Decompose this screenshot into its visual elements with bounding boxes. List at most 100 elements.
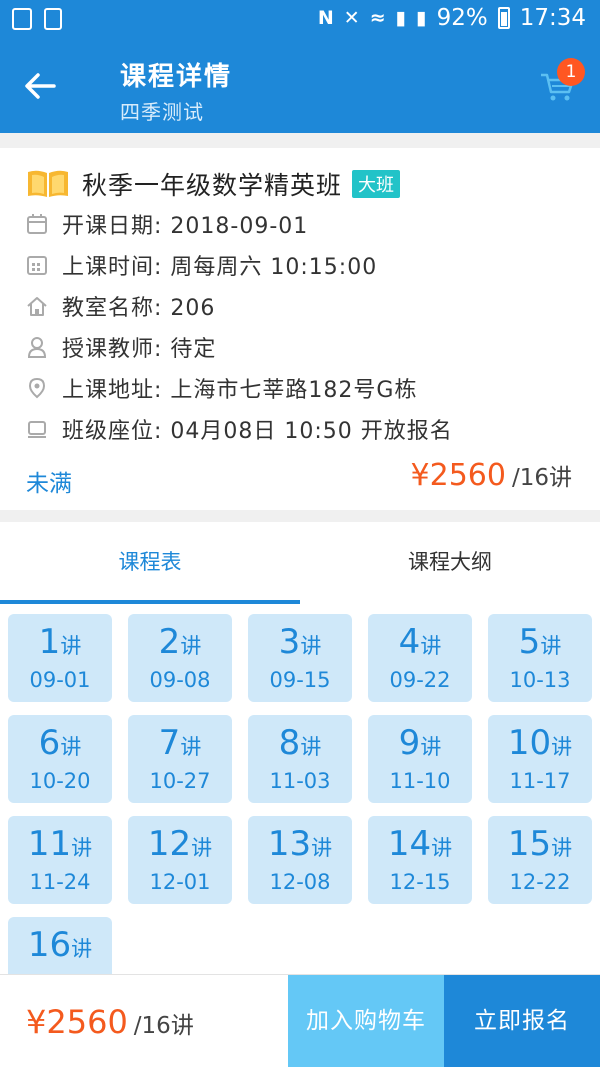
status-bar: N ✕ ≈ ▮ ▮ 92% 17:34: [0, 0, 600, 40]
tab-syllabus[interactable]: 课程大纲: [300, 522, 600, 604]
lesson-grid: 1讲 09-01 2讲 09-08 3讲 09-15 4讲 09-22 5讲 10-13 6讲 10-…: [0, 604, 600, 974]
lesson-number-value: 14: [387, 824, 432, 864]
lesson-cell[interactable]: 4讲 09-22: [368, 614, 472, 702]
lesson-cell[interactable]: 13讲 12-08: [248, 816, 352, 904]
lesson-number-value: 8: [278, 723, 301, 763]
lesson-number: 12讲: [128, 824, 232, 868]
lesson-date: 09-22: [389, 668, 451, 692]
cart-count-badge: 1: [557, 58, 585, 86]
lesson-number: 3讲: [248, 622, 352, 666]
address-text: 上课地址: 上海市七莘路182号G栋: [62, 378, 418, 403]
lesson-number: 11讲: [8, 824, 112, 868]
start-date-text: 开课日期: 2018-09-01: [62, 214, 309, 239]
lesson-number-value: 13: [267, 824, 312, 864]
lesson-number: 10讲: [488, 723, 592, 767]
lesson-number: 8讲: [248, 723, 352, 767]
lesson-cell[interactable]: 14讲 12-15: [368, 816, 472, 904]
lesson-date: 11-03: [269, 769, 331, 793]
lesson-cell[interactable]: 8讲 11-03: [248, 715, 352, 803]
lesson-number: 2讲: [128, 622, 232, 666]
classroom-text: 教室名称: 206: [62, 296, 216, 321]
enroll-now-button[interactable]: 立即报名: [444, 975, 600, 1067]
lesson-cell[interactable]: 9讲 11-10: [368, 715, 472, 803]
lesson-number: 6讲: [8, 723, 112, 767]
lesson-suffix: 讲: [300, 634, 322, 658]
lesson-date: 12-08: [269, 870, 331, 894]
phone-notification-icon: [44, 8, 62, 30]
lesson-number-value: 16: [27, 925, 72, 965]
enrollment-status: 未满: [26, 471, 72, 497]
back-arrow-icon[interactable]: [22, 68, 58, 104]
lesson-number-value: 6: [38, 723, 61, 763]
lesson-date: 12-22: [509, 870, 571, 894]
lesson-number-value: 11: [27, 824, 72, 864]
lesson-date: 11-17: [509, 769, 571, 793]
classroom-row: 教室名称: 206: [26, 290, 215, 322]
schedule-icon: [27, 256, 47, 275]
lesson-number-value: 2: [158, 622, 181, 662]
lesson-number-value: 7: [158, 723, 181, 763]
bottom-price-value: ¥2560: [26, 1003, 128, 1041]
lesson-cell[interactable]: 3讲 09-15: [248, 614, 352, 702]
lesson-number-value: 5: [518, 622, 541, 662]
lesson-date: 10-20: [29, 769, 91, 793]
book-icon: [28, 170, 68, 197]
lesson-date: 12-01: [149, 870, 211, 894]
lesson-number-value: 10: [507, 723, 552, 763]
lesson-suffix: 讲: [431, 836, 453, 860]
price-value: ¥2560: [410, 458, 506, 493]
classroom-icon: [27, 297, 47, 316]
lesson-number-value: 9: [398, 723, 421, 763]
mute-icon: ✕: [343, 7, 360, 29]
lesson-number-value: 1: [38, 622, 61, 662]
app-bar: 课程详情 四季测试 1: [0, 40, 600, 133]
lesson-suffix: 讲: [300, 735, 322, 759]
lesson-suffix: 讲: [60, 634, 82, 658]
course-name: 秋季一年级数学精英班: [82, 171, 343, 200]
signal-2-icon: ▮: [416, 7, 427, 29]
lesson-suffix: 讲: [180, 634, 202, 658]
signal-icon: ▮: [395, 7, 407, 29]
lesson-cell[interactable]: 12讲 12-01: [128, 816, 232, 904]
teacher-text: 授课教师: 待定: [62, 337, 217, 362]
page-subtitle: 四季测试: [120, 100, 204, 124]
lesson-cell[interactable]: 10讲 11-17: [488, 715, 592, 803]
lesson-date: 10-13: [509, 668, 571, 692]
wifi-icon: ≈: [369, 7, 386, 29]
lesson-cell[interactable]: 1讲 09-01: [8, 614, 112, 702]
schedule-row: 上课时间: 周每周六 10:15:00: [26, 249, 377, 281]
lesson-number-value: 4: [398, 622, 421, 662]
lesson-cell[interactable]: 11讲 11-24: [8, 816, 112, 904]
lesson-date: 11-10: [389, 769, 451, 793]
lesson-suffix: 讲: [551, 735, 573, 759]
lesson-date: 10-27: [149, 769, 211, 793]
tab-schedule[interactable]: 课程表: [0, 522, 300, 604]
lesson-date: 11-24: [29, 870, 91, 894]
lesson-number: 14讲: [368, 824, 472, 868]
lesson-number: 1讲: [8, 622, 112, 666]
lesson-cell[interactable]: 6讲 10-20: [8, 715, 112, 803]
lesson-cell[interactable]: 2讲 09-08: [128, 614, 232, 702]
course-info-card: 秋季一年级数学精英班 大班 开课日期: 2018-09-01 上课时间: 周每周…: [0, 148, 600, 510]
lesson-number: 4讲: [368, 622, 472, 666]
lesson-number: 9讲: [368, 723, 472, 767]
lesson-cell[interactable]: 16讲: [8, 917, 112, 974]
lesson-cell[interactable]: 7讲 10-27: [128, 715, 232, 803]
add-to-cart-button[interactable]: 加入购物车: [288, 975, 444, 1067]
lesson-suffix: 讲: [420, 634, 442, 658]
lesson-suffix: 讲: [71, 836, 93, 860]
seat-icon: [28, 421, 46, 438]
lesson-suffix: 讲: [180, 735, 202, 759]
lesson-cell[interactable]: 5讲 10-13: [488, 614, 592, 702]
lesson-suffix: 讲: [551, 836, 573, 860]
seat-text: 班级座位: 04月08日 10:50 开放报名: [62, 419, 453, 444]
seat-row: 班级座位: 04月08日 10:50 开放报名: [26, 413, 453, 445]
battery-icon: [497, 7, 510, 29]
teacher-row: 授课教师: 待定: [26, 331, 216, 363]
lesson-cell[interactable]: 15讲 12-22: [488, 816, 592, 904]
address-row: 上课地址: 上海市七莘路182号G栋: [26, 372, 417, 404]
lesson-number: 15讲: [488, 824, 592, 868]
tab-bar: 课程表 课程大纲: [0, 522, 600, 604]
price-unit: /16讲: [511, 465, 572, 491]
page-title: 课程详情: [120, 62, 233, 92]
